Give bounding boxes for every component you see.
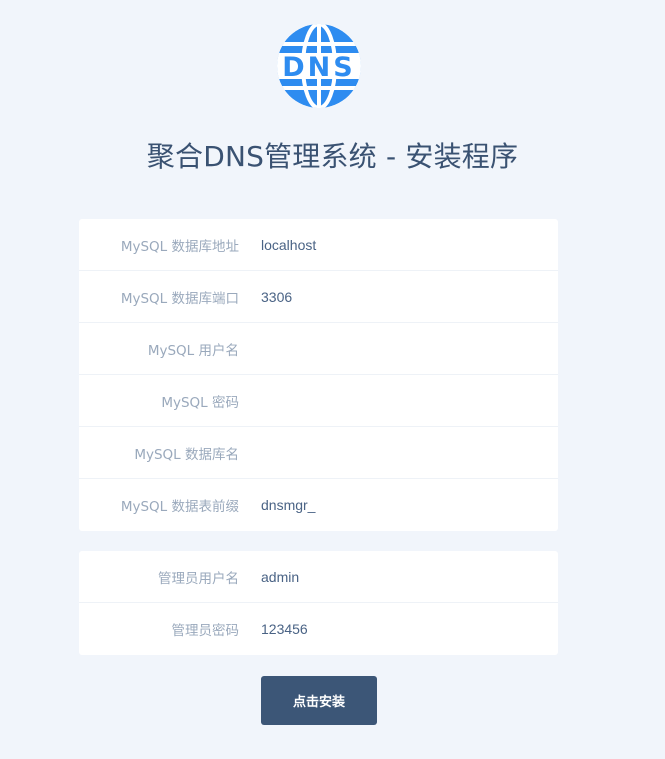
db-host-label: MySQL 数据库地址 <box>120 238 239 255</box>
db-port-row: MySQL 数据库端口 <box>79 271 558 323</box>
db-name-row: MySQL 数据库名 <box>79 427 558 479</box>
db-user-label: MySQL 用户名 <box>147 342 239 359</box>
logo-text: DNS <box>282 52 355 83</box>
db-name-label: MySQL 数据库名 <box>134 446 239 463</box>
db-user-row: MySQL 用户名 <box>79 323 558 375</box>
db-host-row: MySQL 数据库地址 <box>79 219 558 271</box>
db-password-label: MySQL 密码 <box>161 394 239 411</box>
admin-password-input[interactable] <box>261 614 558 644</box>
db-prefix-row: MySQL 数据表前缀 <box>79 479 558 531</box>
admin-username-row: 管理员用户名 <box>79 551 558 603</box>
db-host-input[interactable] <box>261 229 558 260</box>
db-password-row: MySQL 密码 <box>79 375 558 427</box>
db-port-label: MySQL 数据库端口 <box>120 290 239 307</box>
dns-globe-logo: DNS <box>277 24 361 108</box>
admin-password-row: 管理员密码 <box>79 603 558 655</box>
db-name-input[interactable] <box>261 437 558 468</box>
admin-password-label: 管理员密码 <box>171 623 240 639</box>
db-user-input[interactable] <box>261 333 558 364</box>
install-button[interactable]: 点击安装 <box>261 676 377 725</box>
db-password-input[interactable] <box>261 385 558 416</box>
db-prefix-label: MySQL 数据表前缀 <box>120 499 239 515</box>
database-settings-card: MySQL 数据库地址 MySQL 数据库端口 MySQL 用户名 MySQL … <box>79 219 558 531</box>
admin-username-label: 管理员用户名 <box>158 570 239 587</box>
page-title: 聚合DNS管理系统 - 安装程序 <box>146 140 519 173</box>
admin-settings-card: 管理员用户名 管理员密码 <box>79 551 558 655</box>
db-port-input[interactable] <box>261 281 558 312</box>
admin-username-input[interactable] <box>261 561 558 592</box>
db-prefix-input[interactable] <box>261 490 558 520</box>
